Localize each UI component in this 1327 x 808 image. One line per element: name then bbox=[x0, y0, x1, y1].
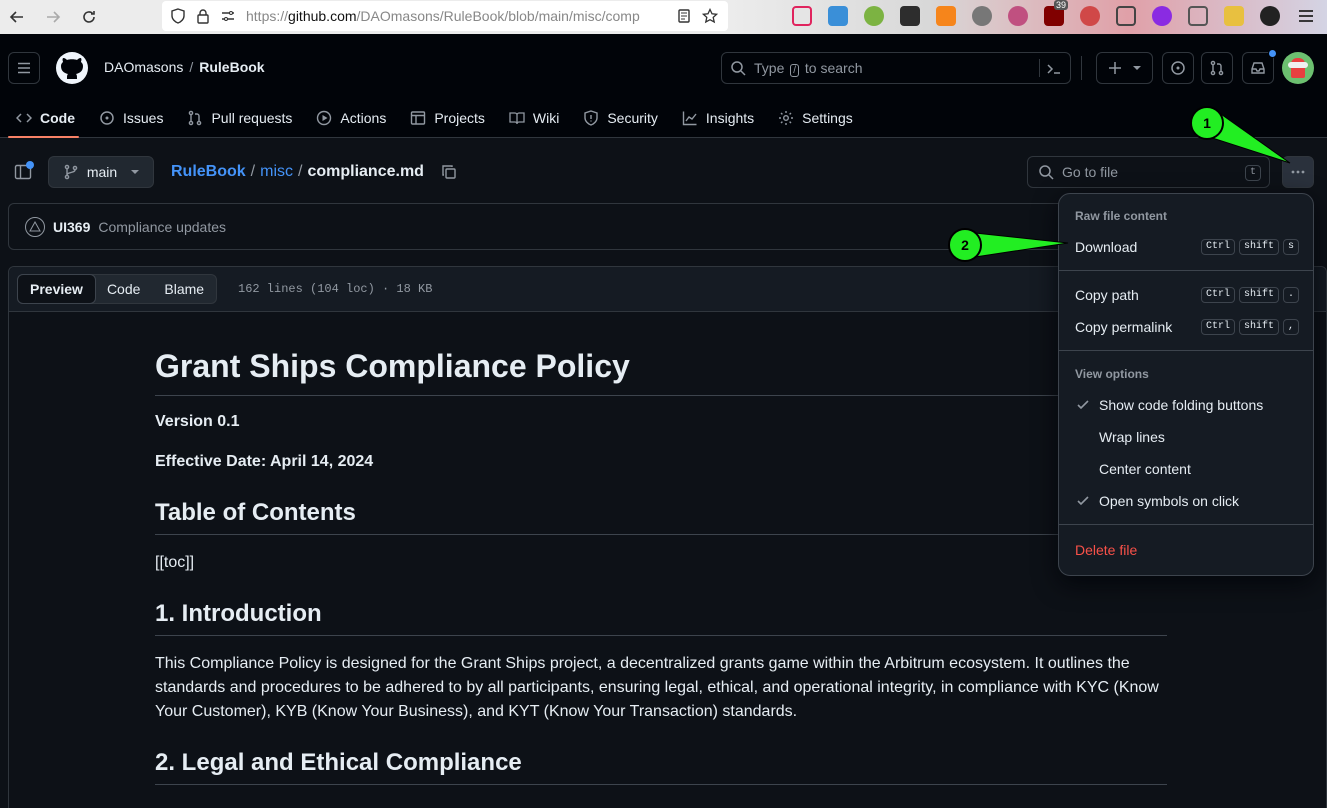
annotation-marker-2: 2 bbox=[948, 228, 982, 262]
annotation-marker-1: 1 bbox=[1190, 106, 1224, 140]
annotation-arrow-2 bbox=[974, 232, 1069, 258]
annotation-overlay bbox=[974, 111, 1291, 258]
